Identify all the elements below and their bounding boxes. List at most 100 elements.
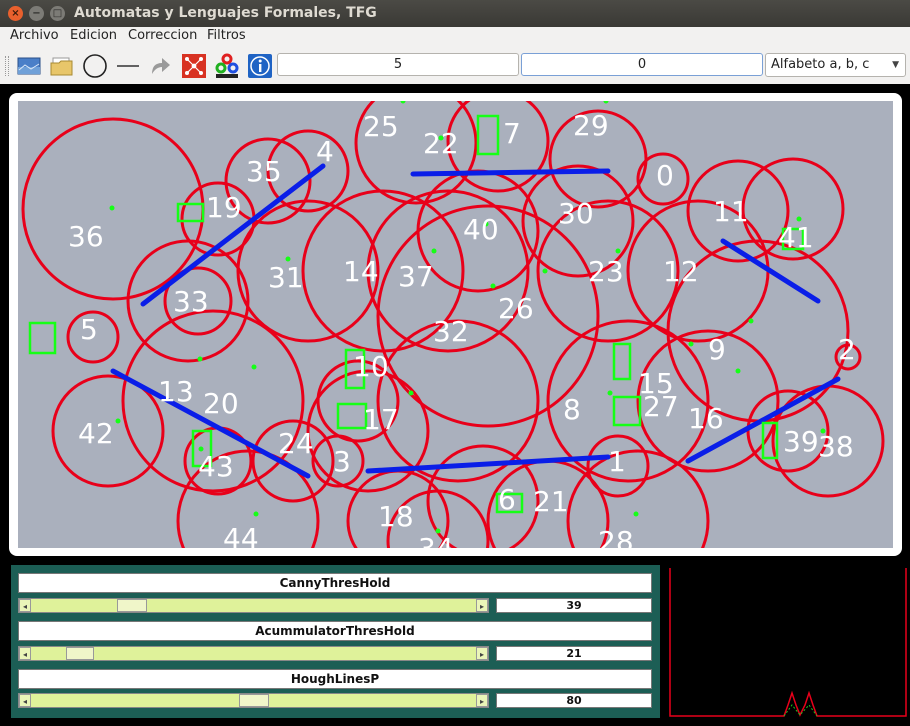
slider-right-arrow-icon[interactable]: ▸	[476, 599, 488, 612]
slider-label-canny: CannyThresHold	[18, 573, 652, 593]
slider-left-arrow-icon[interactable]: ◂	[19, 694, 31, 707]
state-label: 21	[533, 485, 569, 518]
state-label: 13	[158, 375, 194, 408]
slider-label-houghlines: HoughLinesP	[18, 669, 652, 689]
app-window: × − □ Automatas y Lenguajes Formales, TF…	[0, 0, 910, 726]
state-label: 36	[68, 220, 104, 253]
detected-center-dot	[408, 390, 414, 396]
slider-right-arrow-icon[interactable]: ▸	[476, 694, 488, 707]
state-label: 43	[198, 450, 234, 483]
state-label: 8	[563, 393, 581, 426]
graph-detect-icon[interactable]	[180, 52, 208, 80]
slider-left-arrow-icon[interactable]: ◂	[19, 599, 31, 612]
state-label: 18	[378, 500, 414, 533]
state-label: 4	[316, 135, 334, 168]
state-label: 34	[418, 532, 454, 548]
slider-accumulator[interactable]: ◂ ▸	[18, 646, 489, 661]
detected-center-dot	[251, 364, 257, 370]
state-label: 29	[573, 109, 609, 142]
field-one-input[interactable]: 5	[277, 53, 519, 76]
state-label: 35	[246, 155, 282, 188]
histogram-panel	[668, 565, 910, 720]
state-label: 25	[363, 110, 399, 143]
detected-center-dot	[253, 511, 259, 517]
state-label: 39	[783, 425, 819, 458]
state-label: 38	[818, 430, 854, 463]
menu-archivo[interactable]: Archivo	[10, 28, 59, 43]
close-button[interactable]: ×	[8, 6, 23, 21]
detected-center-dot	[688, 341, 694, 347]
state-label: 6	[498, 483, 516, 516]
state-label: 16	[688, 402, 724, 435]
menu-filtros[interactable]: Filtros	[207, 28, 246, 43]
state-label: 28	[598, 525, 634, 548]
slider-houghlines[interactable]: ◂ ▸	[18, 693, 489, 708]
state-label: 26	[498, 292, 534, 325]
state-label: 7	[503, 117, 521, 150]
slider-thumb[interactable]	[117, 599, 147, 612]
state-label: 0	[656, 159, 674, 192]
state-label: 11	[713, 195, 749, 228]
state-label: 41	[778, 221, 814, 254]
minimize-button[interactable]: −	[29, 6, 44, 21]
state-label: 23	[588, 255, 624, 288]
image-viewport[interactable]: 25 22 7 29 4 0 35 19 36 40 30 11 41 31 14 37 23 12 33 26 5 32…	[9, 93, 902, 556]
detected-center-dot	[615, 248, 621, 254]
state-label: 32	[433, 315, 469, 348]
detected-center-dot	[490, 283, 496, 289]
state-label: 24	[278, 427, 314, 460]
redo-arrow-icon[interactable]	[146, 52, 174, 80]
opencv-logo-icon[interactable]	[213, 52, 241, 80]
state-label: 9	[708, 333, 726, 366]
open-folder-icon[interactable]	[48, 52, 76, 80]
state-label: 3	[333, 445, 351, 478]
slider-thumb[interactable]	[239, 694, 269, 707]
window-title: Automatas y Lenguajes Formales, TFG	[74, 5, 377, 21]
slider-thumb[interactable]	[66, 647, 94, 660]
slider-left-arrow-icon[interactable]: ◂	[19, 647, 31, 660]
histogram-plot	[669, 568, 907, 717]
state-label: 31	[268, 261, 304, 294]
state-label: 40	[463, 213, 499, 246]
image-icon[interactable]	[15, 52, 43, 80]
state-label: 5	[80, 313, 98, 346]
alphabet-select[interactable]: Alfabeto a, b, c ▼	[765, 53, 906, 77]
slider-value-canny: 39	[496, 598, 652, 613]
state-label: 14	[343, 255, 379, 288]
field-two-input[interactable]: 0	[521, 53, 763, 76]
state-label: 12	[663, 255, 699, 288]
state-label: 44	[223, 522, 259, 548]
slider-value-houghlines: 80	[496, 693, 652, 708]
state-label: 10	[353, 350, 389, 383]
slider-canny[interactable]: ◂ ▸	[18, 598, 489, 613]
state-label: 2	[838, 333, 856, 366]
chevron-down-icon: ▼	[892, 60, 899, 70]
detected-line	[410, 168, 611, 177]
detected-center-dot	[748, 318, 754, 324]
info-icon[interactable]	[246, 52, 274, 80]
state-label: 19	[206, 191, 242, 224]
line-tool-icon[interactable]	[114, 52, 142, 80]
detected-center-dot	[633, 511, 639, 517]
detection-canvas: 2522 7 2940351936 40 30 114131 14 37 23 1233 265 32…	[18, 101, 893, 548]
detected-center-dot	[431, 248, 437, 254]
circle-tool-icon[interactable]	[81, 52, 109, 80]
toolbar-grip	[5, 56, 9, 76]
detected-center-dot	[115, 418, 121, 424]
maximize-button[interactable]: □	[50, 6, 65, 21]
detected-center-dot	[735, 368, 741, 374]
state-label: 27	[643, 390, 679, 423]
state-label: 30	[558, 197, 594, 230]
menu-correccion[interactable]: Correccion	[128, 28, 197, 43]
state-label: 17	[363, 403, 399, 436]
alphabet-select-value: Alfabeto a, b, c	[771, 57, 870, 72]
detected-center-dot	[607, 390, 613, 396]
detected-center-dot	[109, 205, 115, 211]
detected-center-dot	[542, 268, 548, 274]
slider-label-accumulator: AcummulatorThresHold	[18, 621, 652, 641]
state-label: 33	[173, 285, 209, 318]
menu-edicion[interactable]: Edicion	[70, 28, 117, 43]
state-label: 20	[203, 387, 239, 420]
slider-value-accumulator: 21	[496, 646, 652, 661]
slider-right-arrow-icon[interactable]: ▸	[476, 647, 488, 660]
